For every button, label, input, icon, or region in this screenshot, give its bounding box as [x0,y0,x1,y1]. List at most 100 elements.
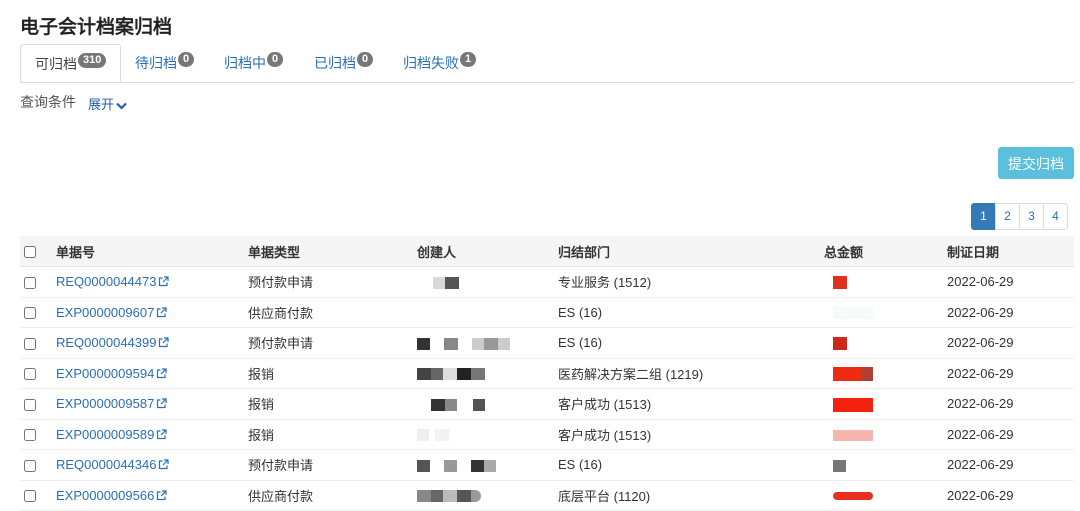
doc-type: 预付款申请 [248,327,417,359]
pagination: 1 2 3 4 [971,203,1068,230]
department: 医药解决方案二组 (1219) [558,358,824,389]
select-all-checkbox[interactable] [24,246,36,259]
tab-count-badge: 0 [357,52,374,67]
tab-archivable[interactable]: 可归档 310 [20,44,122,82]
column-header-total-amount: 总金额 [824,236,947,267]
doc-number: EXP0000009587 [56,396,155,412]
row-checkbox[interactable] [24,459,36,472]
documents-table: 单据号 单据类型 创建人 归结部门 总金额 制证日期 REQ0000044473… [20,236,1074,511]
tab-label: 可归档 [35,56,77,72]
doc-number-link[interactable]: EXP0000009566 [56,488,167,503]
chevron-down-icon [116,102,127,110]
page-title: 电子会计档案归档 [20,17,173,38]
column-header-doc-no: 单据号 [56,236,248,267]
table-row: EXP0000009607 供应商付款 ES (16) 2022-06-29 [20,297,1074,328]
tab-bar: 可归档 310 待归档 0 归档中 0 已归档 0 归档失败 1 [20,44,1074,83]
department: 专业服务 (1512) [558,266,824,298]
doc-type: 报销 [248,388,417,420]
row-checkbox[interactable] [24,490,36,503]
voucher-date: 2022-06-29 [947,480,1074,511]
tab-failed[interactable]: 归档失败 1 [403,44,477,82]
doc-type: 预付款申请 [248,266,417,298]
row-checkbox[interactable] [24,429,36,442]
amount-redacted [824,327,947,359]
voucher-date: 2022-06-29 [947,449,1074,481]
row-checkbox[interactable] [24,276,36,289]
department: 客户成功 (1513) [558,419,824,450]
column-header-voucher-date: 制证日期 [947,236,1074,267]
doc-number: EXP0000009589 [56,426,155,442]
doc-number-link[interactable]: REQ0000044346 [56,457,170,473]
tab-pending[interactable]: 待归档 0 [135,44,195,82]
expand-filters-toggle[interactable]: 展开 [88,94,127,113]
department: ES (16) [558,327,824,359]
page-button-4[interactable]: 4 [1043,203,1068,230]
table-row: EXP0000009587 报销 客户成功 (1513) 2022-06-29 [20,388,1074,420]
voucher-date: 2022-06-29 [947,297,1074,328]
row-checkbox[interactable] [24,398,36,411]
doc-number-link[interactable]: EXP0000009607 [56,305,167,320]
table-row: REQ0000044346 预付款申请 ES (16) 2022-06-29 [20,449,1074,481]
amount-redacted [824,297,947,328]
doc-type: 报销 [248,419,417,450]
external-link-icon [157,398,167,409]
external-link-icon [159,337,170,348]
doc-type: 供应商付款 [248,480,417,511]
voucher-date: 2022-06-29 [947,327,1074,359]
amount-redacted [824,388,947,420]
doc-number-link[interactable]: REQ0000044473 [56,274,170,290]
voucher-date: 2022-06-29 [947,358,1074,389]
doc-number: REQ0000044473 [56,274,157,290]
query-conditions-label: 查询条件 [20,94,76,110]
external-link-icon [157,490,167,500]
submit-archive-button[interactable]: 提交归档 [998,147,1074,179]
page-button-3[interactable]: 3 [1019,203,1044,230]
column-header-department: 归结部门 [558,236,824,267]
amount-redacted [824,358,947,389]
external-link-icon [157,368,167,378]
doc-type: 供应商付款 [248,297,417,328]
external-link-icon [157,307,167,317]
amount-redacted [824,480,947,511]
doc-number-link[interactable]: REQ0000044399 [56,335,170,351]
table-row: EXP0000009589 报销 客户成功 (1513) 2022-06-29 [20,419,1074,450]
doc-number-link[interactable]: EXP0000009587 [56,396,167,411]
doc-number-link[interactable]: EXP0000009589 [56,427,167,442]
amount-redacted [824,449,947,481]
page-button-2[interactable]: 2 [995,203,1020,230]
row-checkbox[interactable] [24,337,36,350]
tab-label: 待归档 [135,55,177,71]
creator-redacted [417,449,558,481]
tab-archiving[interactable]: 归档中 0 [224,44,284,82]
doc-number: REQ0000044346 [56,457,157,473]
creator-redacted [417,419,558,450]
tab-count-badge: 0 [178,52,195,67]
department: ES (16) [558,449,824,481]
table-row: EXP0000009594 报销 医药解决方案二组 (1219) 2022-06… [20,358,1074,389]
column-header-creator: 创建人 [417,236,558,267]
amount-redacted [824,266,947,298]
voucher-date: 2022-06-29 [947,388,1074,420]
select-all-cell [20,236,56,267]
external-link-icon [159,459,170,470]
creator-redacted [417,327,558,359]
table-row: EXP0000009566 供应商付款 底层平台 (1120) 2022-06-… [20,480,1074,511]
creator-redacted [417,266,558,298]
creator-redacted [417,480,558,511]
tab-archived[interactable]: 已归档 0 [314,44,374,82]
tab-label: 归档失败 [403,55,459,71]
expand-label: 展开 [88,97,115,112]
doc-number: EXP0000009594 [56,365,155,381]
doc-number-link[interactable]: EXP0000009594 [56,366,167,381]
tab-count-badge: 0 [267,52,284,67]
row-checkbox[interactable] [24,368,36,381]
table-row: REQ0000044399 预付款申请 ES (16) 2022-06-29 [20,327,1074,359]
table-row: REQ0000044473 预付款申请 专业服务 (1512) 2022-06-… [20,266,1074,298]
voucher-date: 2022-06-29 [947,266,1074,298]
external-link-icon [157,429,167,439]
doc-number: REQ0000044399 [56,335,157,351]
page-button-1[interactable]: 1 [971,203,996,230]
department: 客户成功 (1513) [558,388,824,420]
doc-number: EXP0000009607 [56,304,155,320]
row-checkbox[interactable] [24,307,36,320]
